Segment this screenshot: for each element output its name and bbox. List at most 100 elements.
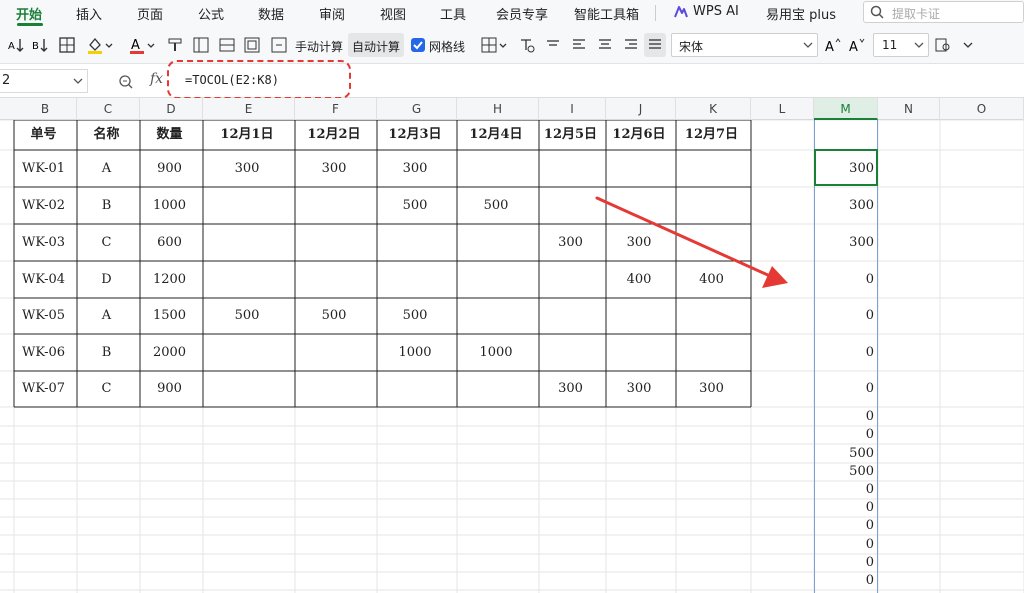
column-header-O[interactable]: O — [940, 98, 1024, 120]
table-cell[interactable]: 1000 — [377, 334, 457, 371]
column-m-cell[interactable]: 300 — [814, 224, 878, 261]
table-cell[interactable]: 500 — [377, 187, 457, 224]
column-header-N[interactable]: N — [878, 98, 940, 120]
table-cell[interactable]: 400 — [676, 261, 751, 298]
table-cell[interactable]: A — [77, 298, 140, 334]
menu-view[interactable]: 视图 — [380, 4, 406, 23]
column-header-D[interactable]: D — [140, 98, 203, 120]
decrease-font-icon[interactable]: A — [848, 36, 866, 54]
table-cell[interactable]: 500 — [203, 298, 295, 334]
find-replace-icon[interactable] — [934, 36, 952, 54]
column-header-H[interactable]: H — [457, 98, 539, 120]
gridlines-label[interactable]: 网格线 — [429, 38, 465, 55]
column-m-cell[interactable]: 500 — [814, 444, 878, 463]
table-cell[interactable]: B — [77, 334, 140, 371]
insert-row-icon[interactable] — [218, 36, 236, 54]
column-header-F[interactable]: F — [295, 98, 377, 120]
column-m-cell[interactable]: 0 — [814, 298, 878, 334]
align-right-icon[interactable] — [622, 36, 640, 54]
column-header-I[interactable]: I — [539, 98, 606, 120]
table-cell[interactable]: 300 — [676, 371, 751, 407]
table-header-cell[interactable]: 数量 — [140, 120, 203, 150]
table-cell[interactable]: 300 — [606, 371, 676, 407]
table-cell[interactable]: 400 — [606, 261, 676, 298]
column-m-cell[interactable]: 500 — [814, 463, 878, 481]
menu-home[interactable]: 开始 — [16, 4, 42, 23]
table-cell[interactable]: WK-05 — [14, 298, 77, 334]
table-cell[interactable]: 600 — [140, 224, 203, 261]
chevron-down-icon[interactable] — [962, 36, 974, 54]
column-header-J[interactable]: J — [606, 98, 676, 120]
font-name-select[interactable]: 宋体 — [671, 33, 818, 57]
align-center-icon[interactable] — [596, 36, 614, 54]
chevron-down-icon[interactable] — [498, 36, 508, 54]
menu-yiyongbao[interactable]: 易用宝 plus — [766, 4, 836, 23]
table-cell[interactable]: 300 — [539, 224, 606, 261]
table-cell[interactable]: WK-01 — [14, 150, 77, 187]
table-header-cell[interactable]: 单号 — [14, 120, 77, 150]
table-cell[interactable]: WK-06 — [14, 334, 77, 371]
table-cell[interactable]: C — [77, 371, 140, 407]
sort-ascending-icon[interactable]: A — [8, 36, 26, 54]
column-header-C[interactable]: C — [77, 98, 140, 120]
table-header-cell[interactable]: 12月4日 — [457, 120, 539, 150]
column-m-cell[interactable]: 0 — [814, 334, 878, 371]
checkbox-checked-icon[interactable] — [410, 37, 426, 53]
menu-insert[interactable]: 插入 — [76, 4, 102, 23]
fx-icon[interactable]: fx — [150, 71, 163, 87]
cell-borders-icon[interactable] — [480, 36, 498, 54]
table-cell[interactable]: 500 — [457, 187, 539, 224]
table-cell[interactable]: WK-07 — [14, 371, 77, 407]
table-cell[interactable]: B — [77, 187, 140, 224]
column-m-cell[interactable]: 0 — [814, 572, 878, 590]
menu-data[interactable]: 数据 — [258, 4, 284, 23]
menu-formulas[interactable]: 公式 — [198, 4, 224, 23]
column-m-cell[interactable]: 0 — [814, 426, 878, 444]
table-cell[interactable]: 300 — [377, 150, 457, 187]
table-cell[interactable]: WK-03 — [14, 224, 77, 261]
column-header-M[interactable]: M — [814, 98, 878, 120]
table-header-cell[interactable]: 12月2日 — [295, 120, 377, 150]
search-box[interactable]: 提取卡证 — [863, 1, 1024, 23]
table-cell[interactable]: 900 — [140, 371, 203, 407]
justify-icon[interactable] — [646, 36, 664, 54]
table-cell[interactable]: C — [77, 224, 140, 261]
column-m-cell[interactable]: 0 — [814, 535, 878, 554]
clear-format-icon[interactable] — [518, 36, 536, 54]
table-header-cell[interactable]: 12月6日 — [606, 120, 676, 150]
font-color-icon[interactable]: A — [128, 36, 146, 54]
manual-calc-button[interactable]: 手动计算 — [295, 38, 343, 55]
table-cell[interactable]: 300 — [295, 150, 377, 187]
column-m-cell[interactable]: 0 — [814, 554, 878, 572]
menu-page[interactable]: 页面 — [137, 4, 163, 23]
column-m-cell[interactable]: 0 — [814, 481, 878, 499]
freeze-panes-icon[interactable] — [192, 36, 210, 54]
align-left-icon[interactable] — [570, 36, 588, 54]
formula-input[interactable]: =TOCOL(E2:K8) — [176, 69, 1024, 93]
table-header-cell[interactable]: 名称 — [77, 120, 140, 150]
column-m-cell[interactable]: 0 — [814, 517, 878, 535]
align-top-icon[interactable] — [544, 36, 562, 54]
table-header-cell[interactable]: 12月3日 — [377, 120, 457, 150]
table-cell[interactable]: 300 — [203, 150, 295, 187]
conditional-format-icon[interactable] — [270, 36, 288, 54]
column-m-cell[interactable]: 300 — [814, 187, 878, 224]
table-cell[interactable]: 2000 — [140, 334, 203, 371]
spreadsheet-grid[interactable]: BCDEFGHIJKLMNO 单号 名称 数量 12月1日 12月2日 12月3日 12月4… — [0, 98, 1024, 593]
table-cell[interactable]: 500 — [377, 298, 457, 334]
table-cell[interactable]: 500 — [295, 298, 377, 334]
table-cell[interactable]: D — [77, 261, 140, 298]
sort-descending-icon[interactable]: B — [32, 36, 50, 54]
column-m-cell[interactable]: 300 — [814, 150, 878, 187]
fill-color-icon[interactable] — [86, 36, 104, 54]
table-cell[interactable]: 900 — [140, 150, 203, 187]
table-cell[interactable]: WK-02 — [14, 187, 77, 224]
column-header-K[interactable]: K — [676, 98, 751, 120]
format-painter-icon[interactable] — [166, 36, 184, 54]
column-header-B[interactable]: B — [14, 98, 77, 120]
table-style-icon[interactable] — [243, 36, 261, 54]
auto-calc-button[interactable]: 自动计算 — [352, 38, 400, 55]
menu-wps-ai[interactable]: WPS AI — [693, 4, 739, 19]
font-size-select[interactable]: 11 — [873, 33, 929, 57]
column-m-cell[interactable]: 0 — [814, 407, 878, 426]
